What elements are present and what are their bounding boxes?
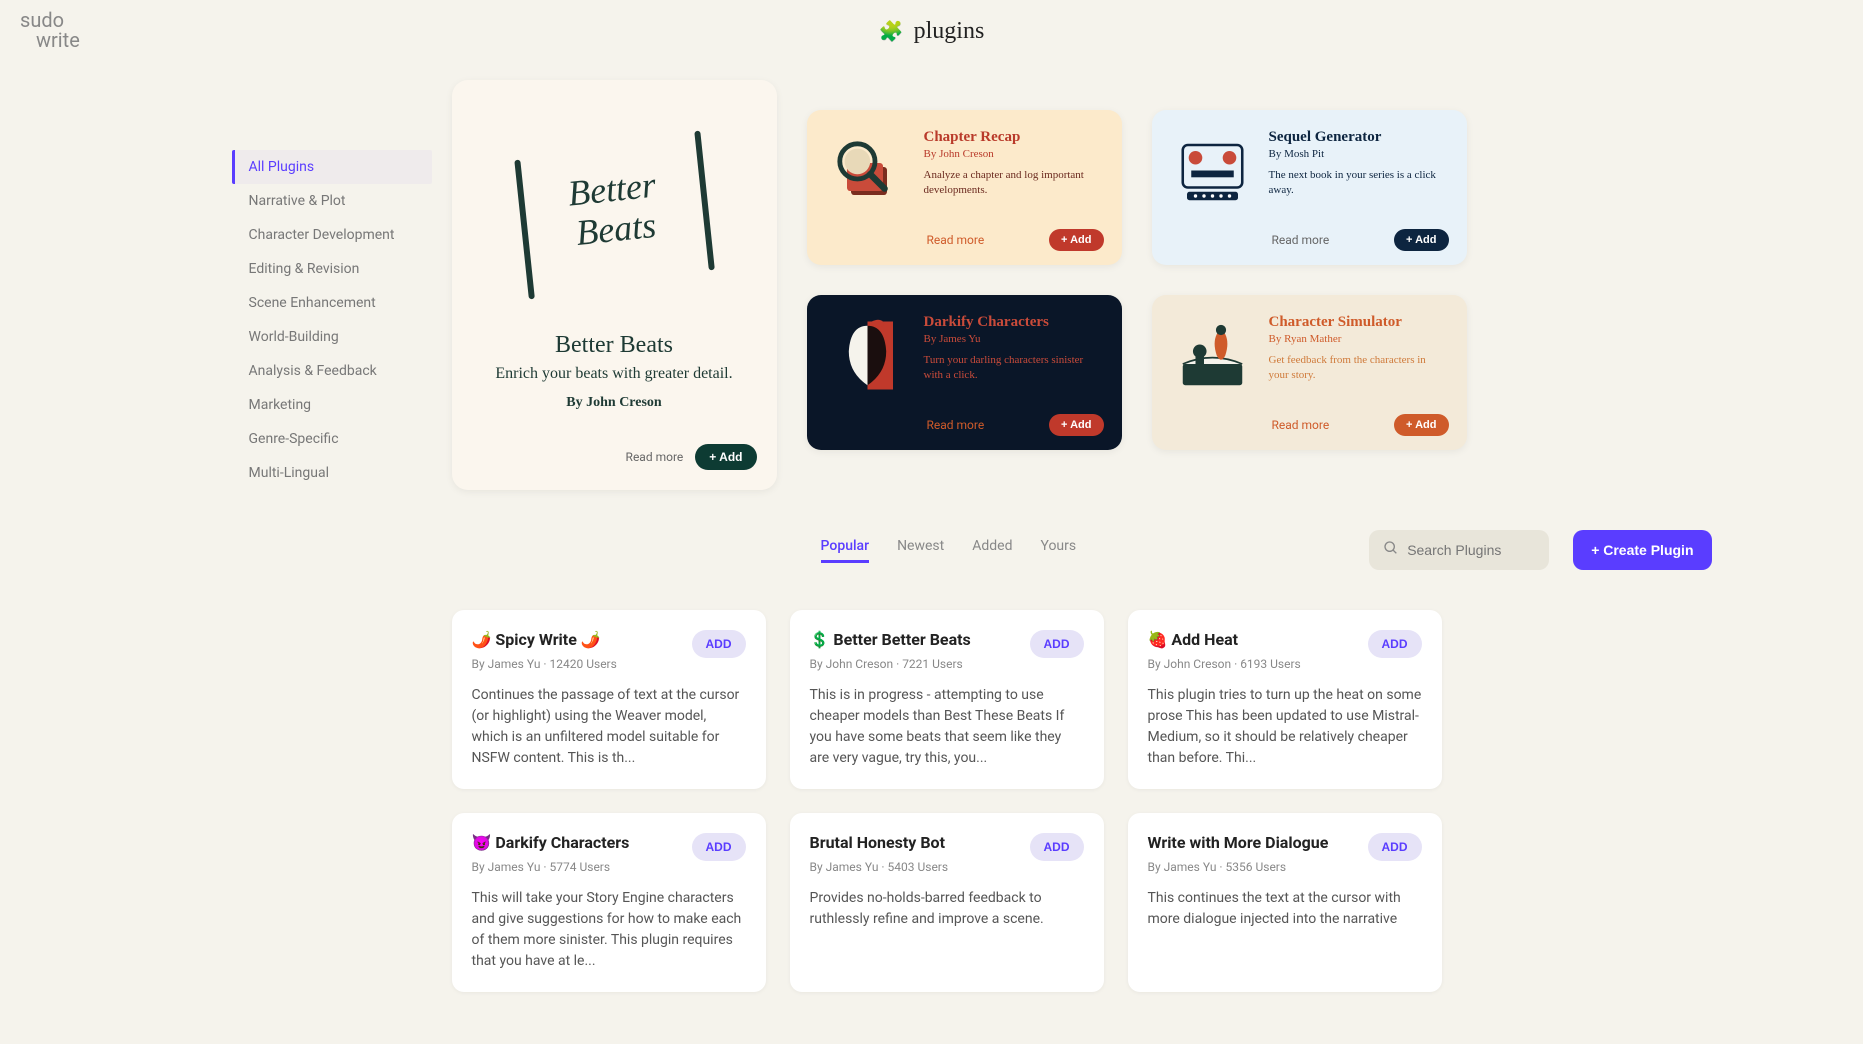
plugin-desc: Continues the passage of text at the cur… <box>472 685 746 769</box>
plugin-desc: Provides no-holds-barred feedback to rut… <box>810 888 1084 930</box>
featured-small-icon <box>1170 313 1255 398</box>
featured-small-card-3[interactable]: Character Simulator By Ryan Mather Get fee… <box>1152 295 1467 450</box>
read-more-link[interactable]: Read more <box>1272 418 1330 432</box>
plugin-title: 😈 Darkify Characters <box>472 833 630 854</box>
featured-small-author: By John Creson <box>924 148 1104 160</box>
featured-small-title: Darkify Characters <box>924 313 1104 331</box>
read-more-link[interactable]: Read more <box>927 233 985 247</box>
featured-small-author: By James Yu <box>924 333 1104 345</box>
logo[interactable]: sudo write <box>20 10 80 50</box>
plugin-card-0[interactable]: 🌶️ Spicy Write 🌶️ By James Yu · 12420 Use… <box>452 610 766 789</box>
featured-small-icon <box>825 313 910 398</box>
featured-large-card[interactable]: Better Beats Better Beats Enrich your be… <box>452 80 777 490</box>
featured-small-desc: Turn your darling characters sinister wi… <box>924 353 1104 384</box>
page-title: 🧩 plugins <box>879 18 985 45</box>
featured-small-card-2[interactable]: Darkify Characters By James Yu Turn your d… <box>807 295 1122 450</box>
plugin-meta: By James Yu · 12420 Users <box>472 657 617 671</box>
add-button[interactable]: ADD <box>1030 833 1084 861</box>
featured-small-author: By Mosh Pit <box>1269 148 1449 160</box>
sidebar-item-character-development[interactable]: Character Development <box>232 218 432 252</box>
read-more-link[interactable]: Read more <box>927 418 985 432</box>
plugin-title: 💲 Better Better Beats <box>810 630 971 651</box>
featured-small-author: By Ryan Mather <box>1269 333 1449 345</box>
read-more-link[interactable]: Read more <box>1272 233 1330 247</box>
featured-small-desc: Get feedback from the characters in your… <box>1269 353 1449 384</box>
featured-large-art: Better Beats <box>472 100 757 320</box>
tab-popular[interactable]: Popular <box>821 538 870 563</box>
tabs: Popular Newest Added Yours <box>452 538 1346 563</box>
puzzle-icon: 🧩 <box>879 19 904 44</box>
sidebar-item-analysis-feedback[interactable]: Analysis & Feedback <box>232 354 432 388</box>
featured-small-title: Character Simulator <box>1269 313 1449 331</box>
plugin-card-5[interactable]: Write with More Dialogue By James Yu · 53… <box>1128 813 1442 992</box>
sidebar-item-all-plugins[interactable]: All Plugins <box>232 150 432 184</box>
plugin-desc: This is in progress - attempting to use … <box>810 685 1084 769</box>
add-button[interactable]: ADD <box>1368 630 1422 658</box>
logo-line-1: sudo <box>20 10 80 30</box>
featured-small-title: Sequel Generator <box>1269 128 1449 146</box>
sidebar-item-world-building[interactable]: World-Building <box>232 320 432 354</box>
featured-large-desc: Enrich your beats with greater detail. <box>495 365 732 383</box>
featured-small-desc: Analyze a chapter and log important deve… <box>924 168 1104 199</box>
plugin-title: 🍓 Add Heat <box>1148 630 1301 651</box>
featured-small-icon <box>825 128 910 213</box>
plugin-title: 🌶️ Spicy Write 🌶️ <box>472 630 617 651</box>
sidebar: All PluginsNarrative & PlotCharacter Dev… <box>152 80 432 992</box>
sidebar-item-marketing[interactable]: Marketing <box>232 388 432 422</box>
plugin-meta: By James Yu · 5403 Users <box>810 860 949 874</box>
sidebar-item-scene-enhancement[interactable]: Scene Enhancement <box>232 286 432 320</box>
page-title-text: plugins <box>914 18 985 45</box>
plugin-card-2[interactable]: 🍓 Add Heat By John Creson · 6193 Users ADD… <box>1128 610 1442 789</box>
create-plugin-button[interactable]: + Create Plugin <box>1573 530 1711 570</box>
featured-art-text: Better Beats <box>566 165 658 253</box>
search-icon <box>1383 540 1399 560</box>
add-button[interactable]: ADD <box>692 833 746 861</box>
featured-small-icon <box>1170 128 1255 213</box>
add-button[interactable]: ADD <box>1030 630 1084 658</box>
featured-large-author: By John Creson <box>566 395 661 411</box>
plugin-meta: By James Yu · 5774 Users <box>472 860 630 874</box>
add-button[interactable]: + Add <box>1394 414 1448 436</box>
plugin-title: Write with More Dialogue <box>1148 833 1329 854</box>
plugin-meta: By James Yu · 5356 Users <box>1148 860 1329 874</box>
add-button[interactable]: + Add <box>1049 229 1103 251</box>
search-box[interactable] <box>1369 530 1549 570</box>
tab-newest[interactable]: Newest <box>897 538 944 563</box>
sidebar-item-editing-revision[interactable]: Editing & Revision <box>232 252 432 286</box>
plugin-card-1[interactable]: 💲 Better Better Beats By John Creson · 72… <box>790 610 1104 789</box>
sidebar-item-narrative-plot[interactable]: Narrative & Plot <box>232 184 432 218</box>
featured-large-title: Better Beats <box>555 332 673 359</box>
tab-added[interactable]: Added <box>972 538 1012 563</box>
read-more-link[interactable]: Read more <box>626 450 684 464</box>
tab-yours[interactable]: Yours <box>1040 538 1076 563</box>
plugin-desc: This plugin tries to turn up the heat on… <box>1148 685 1422 769</box>
logo-line-2: write <box>20 30 80 50</box>
plugin-card-4[interactable]: Brutal Honesty Bot By James Yu · 5403 Use… <box>790 813 1104 992</box>
search-input[interactable] <box>1407 542 1535 558</box>
featured-small-desc: The next book in your series is a click … <box>1269 168 1449 199</box>
plugin-title: Brutal Honesty Bot <box>810 833 949 854</box>
plugin-desc: This continues the text at the cursor wi… <box>1148 888 1422 930</box>
plugin-card-3[interactable]: 😈 Darkify Characters By James Yu · 5774 U… <box>452 813 766 992</box>
featured-small-card-1[interactable]: Sequel Generator By Mosh Pit The next book… <box>1152 110 1467 265</box>
featured-small-title: Chapter Recap <box>924 128 1104 146</box>
plugin-meta: By John Creson · 6193 Users <box>1148 657 1301 671</box>
add-button[interactable]: ADD <box>692 630 746 658</box>
sidebar-item-multi-lingual[interactable]: Multi-Lingual <box>232 456 432 490</box>
featured-small-card-0[interactable]: Chapter Recap By John Creson Analyze a cha… <box>807 110 1122 265</box>
plugin-desc: This will take your Story Engine charact… <box>472 888 746 972</box>
plugin-meta: By John Creson · 7221 Users <box>810 657 971 671</box>
add-button[interactable]: + Add <box>695 444 756 470</box>
add-button[interactable]: + Add <box>1394 229 1448 251</box>
add-button[interactable]: ADD <box>1368 833 1422 861</box>
sidebar-item-genre-specific[interactable]: Genre-Specific <box>232 422 432 456</box>
add-button[interactable]: + Add <box>1049 414 1103 436</box>
